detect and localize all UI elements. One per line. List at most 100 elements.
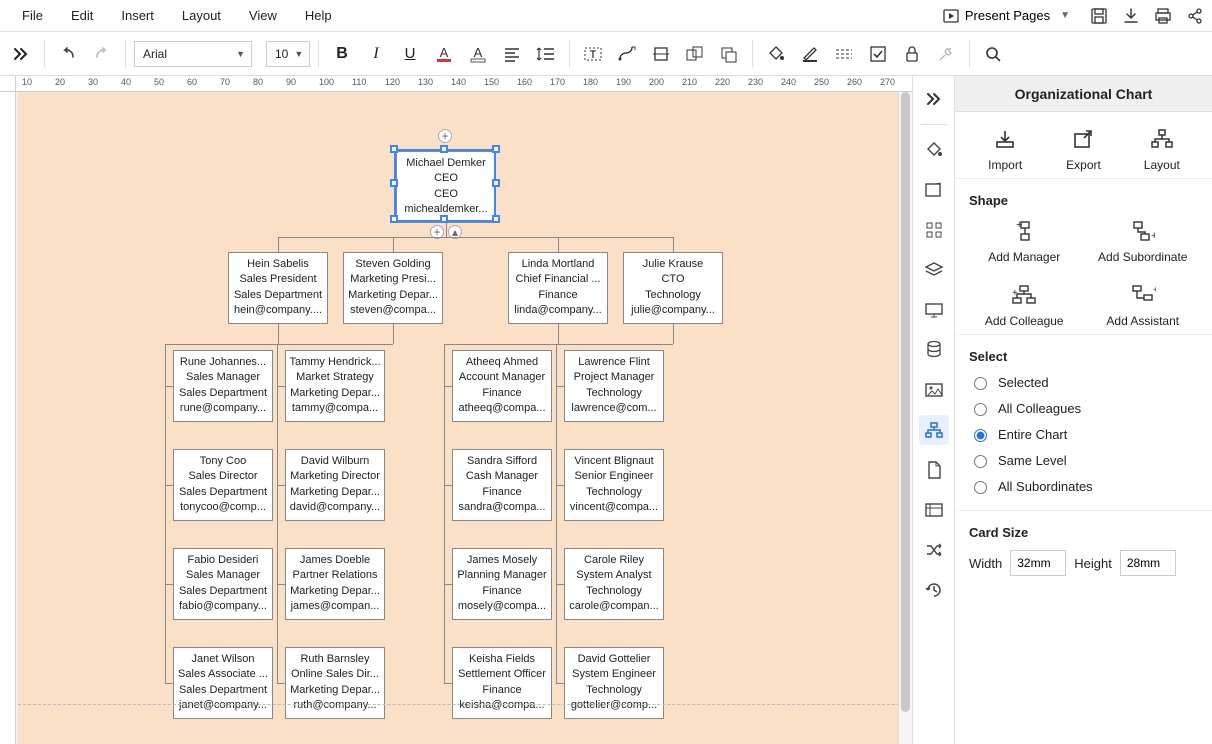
database-icon[interactable]: [919, 335, 949, 365]
add-manager-button[interactable]: + Add Manager: [969, 218, 1080, 264]
save-icon[interactable]: [1090, 7, 1108, 25]
components-icon[interactable]: [919, 215, 949, 245]
selection-handle[interactable]: [390, 215, 398, 223]
font-color-button[interactable]: A: [429, 39, 459, 69]
page[interactable]: Michael DemkerCEOCEOmichealdemker...++▴H…: [18, 92, 900, 744]
scrollbar-thumb[interactable]: [901, 92, 910, 712]
present-pages-button[interactable]: Present Pages ▼: [937, 7, 1076, 25]
select-radio[interactable]: [974, 429, 987, 442]
org-card[interactable]: Tony CooSales DirectorSales Departmentto…: [173, 449, 273, 521]
canvas-scroll[interactable]: Michael DemkerCEOCEOmichealdemker...++▴H…: [16, 92, 912, 744]
lock-button[interactable]: [897, 39, 927, 69]
undo-button[interactable]: [53, 39, 83, 69]
page-icon[interactable]: [919, 455, 949, 485]
org-card[interactable]: Carole RileySystem AnalystTechnologycaro…: [564, 548, 664, 620]
select-radio[interactable]: [974, 481, 987, 494]
search-button[interactable]: [978, 39, 1008, 69]
print-icon[interactable]: [1154, 7, 1172, 25]
layers-icon[interactable]: [919, 255, 949, 285]
highlight-button[interactable]: A: [463, 39, 493, 69]
select-radio[interactable]: [974, 403, 987, 416]
org-card[interactable]: Lawrence FlintProject ManagerTechnologyl…: [564, 350, 664, 422]
org-card[interactable]: Julie KrauseCTOTechnologyjulie@company..…: [623, 252, 723, 324]
org-card[interactable]: Sandra SiffordCash ManagerFinancesandra@…: [452, 449, 552, 521]
font-family-combo[interactable]: Arial▼: [134, 41, 252, 67]
image-icon[interactable]: [919, 375, 949, 405]
align-objects-button[interactable]: [646, 39, 676, 69]
page-settings-icon[interactable]: [919, 495, 949, 525]
bold-button[interactable]: B: [327, 39, 357, 69]
select-radio[interactable]: [974, 377, 987, 390]
selection-handle[interactable]: [492, 145, 500, 153]
select-option[interactable]: All Subordinates: [969, 478, 1198, 494]
org-card[interactable]: Vincent BlignautSenior EngineerTechnolog…: [564, 449, 664, 521]
vertical-ruler[interactable]: [0, 92, 16, 744]
collapse-panel-icon[interactable]: [919, 84, 949, 114]
presentation-icon[interactable]: [919, 295, 949, 325]
selection-handle[interactable]: [440, 215, 448, 223]
menu-file[interactable]: File: [8, 8, 57, 23]
export-image-icon[interactable]: [919, 175, 949, 205]
selection-handle[interactable]: [440, 145, 448, 153]
add-colleague-button[interactable]: + Add Colleague: [969, 282, 1080, 328]
org-card[interactable]: James MoselyPlanning ManagerFinancemosel…: [452, 548, 552, 620]
export-action[interactable]: Export: [1047, 126, 1119, 172]
history-icon[interactable]: [919, 575, 949, 605]
org-card[interactable]: Rune Johannes...Sales ManagerSales Depar…: [173, 350, 273, 422]
text-box-button[interactable]: T: [578, 39, 608, 69]
org-card[interactable]: Keisha FieldsSettlement OfficerFinanceke…: [452, 647, 552, 719]
connector-button[interactable]: [612, 39, 642, 69]
share-icon[interactable]: [1186, 7, 1204, 25]
download-icon[interactable]: [1122, 7, 1140, 25]
select-option[interactable]: All Colleagues: [969, 400, 1198, 416]
tools-button[interactable]: [931, 39, 961, 69]
select-option[interactable]: Entire Chart: [969, 426, 1198, 442]
arrange-button[interactable]: [714, 39, 744, 69]
menu-layout[interactable]: Layout: [168, 8, 235, 23]
card-width-input[interactable]: [1010, 550, 1066, 576]
org-card[interactable]: David GottelierSystem EngineerTechnology…: [564, 647, 664, 719]
italic-button[interactable]: I: [361, 39, 391, 69]
org-card[interactable]: David WilburnMarketing DirectorMarketing…: [285, 449, 385, 521]
import-action[interactable]: Import: [969, 126, 1041, 172]
select-option[interactable]: Same Level: [969, 452, 1198, 468]
line-color-button[interactable]: [795, 39, 825, 69]
org-card[interactable]: Fabio DesideriSales ManagerSales Departm…: [173, 548, 273, 620]
font-size-combo[interactable]: 10▼: [266, 41, 310, 67]
fill-button[interactable]: [761, 39, 791, 69]
layout-action[interactable]: Layout: [1126, 126, 1198, 172]
add-assistant-button[interactable]: + Add Assistant: [1088, 282, 1199, 328]
menu-help[interactable]: Help: [291, 8, 346, 23]
selection-handle[interactable]: [390, 145, 398, 153]
line-style-button[interactable]: [829, 39, 859, 69]
org-card[interactable]: Hein SabelisSales PresidentSales Departm…: [228, 252, 328, 324]
selection-handle[interactable]: [492, 179, 500, 187]
org-card[interactable]: Linda MortlandChief Financial ...Finance…: [508, 252, 608, 324]
selection-handle[interactable]: [492, 215, 500, 223]
theme-icon[interactable]: [919, 135, 949, 165]
add-subordinate-button[interactable]: + Add Subordinate: [1088, 218, 1199, 264]
add-above-icon[interactable]: +: [438, 129, 452, 143]
horizontal-ruler[interactable]: 1020304050607080901001101201301401501601…: [16, 76, 912, 92]
org-card[interactable]: Steven GoldingMarketing Presi...Marketin…: [343, 252, 443, 324]
select-radio[interactable]: [974, 455, 987, 468]
redo-button[interactable]: [87, 39, 117, 69]
org-card[interactable]: Atheeq AhmedAccount ManagerFinanceatheeq…: [452, 350, 552, 422]
org-chart-icon[interactable]: [919, 415, 949, 445]
line-spacing-button[interactable]: [531, 39, 561, 69]
org-card[interactable]: Janet WilsonSales Associate ...Sales Dep…: [173, 647, 273, 719]
align-button[interactable]: [497, 39, 527, 69]
org-card[interactable]: Michael DemkerCEOCEOmichealdemker...: [396, 151, 496, 223]
org-card[interactable]: Ruth BarnsleyOnline Sales Dir...Marketin…: [285, 647, 385, 719]
group-button[interactable]: [680, 39, 710, 69]
menu-view[interactable]: View: [235, 8, 291, 23]
menu-insert[interactable]: Insert: [107, 8, 168, 23]
shuffle-icon[interactable]: [919, 535, 949, 565]
select-option[interactable]: Selected: [969, 374, 1198, 390]
card-height-input[interactable]: [1120, 550, 1176, 576]
expand-toolbar-icon[interactable]: [6, 39, 36, 69]
selection-handle[interactable]: [390, 179, 398, 187]
menu-edit[interactable]: Edit: [57, 8, 107, 23]
org-card[interactable]: James DoeblePartner RelationsMarketing D…: [285, 548, 385, 620]
org-card[interactable]: Tammy Hendrick...Market StrategyMarketin…: [285, 350, 385, 422]
